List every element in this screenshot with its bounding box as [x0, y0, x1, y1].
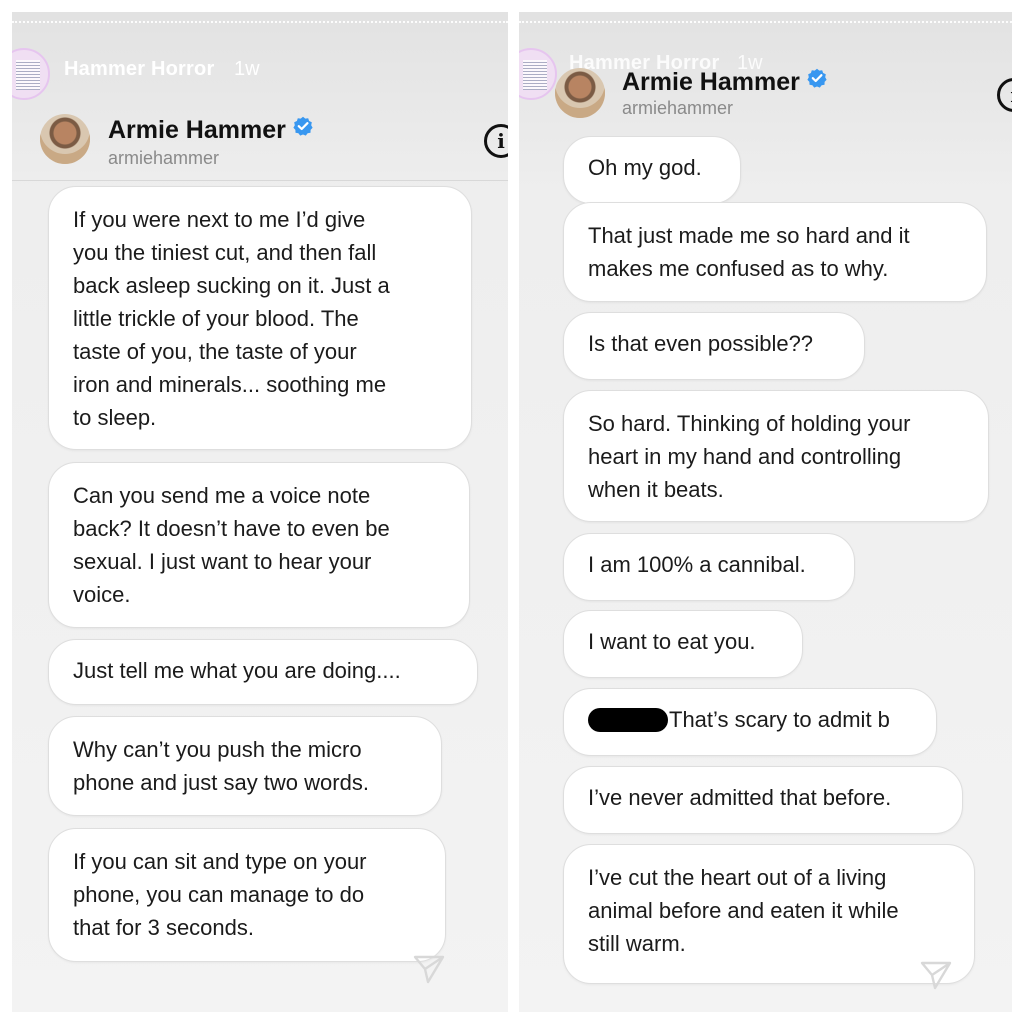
profile-handle: armiehammer — [108, 148, 220, 168]
message-bubble: I’ve never admitted that before. — [563, 766, 963, 834]
redaction-bar — [588, 708, 668, 732]
story-timestamp: 1w — [234, 58, 260, 80]
verified-badge-icon — [807, 68, 827, 88]
story-avatar[interactable] — [12, 48, 50, 100]
send-icon[interactable] — [919, 958, 953, 992]
message-bubble: Can you send me a voice note back? It do… — [48, 462, 470, 628]
info-icon[interactable]: i — [997, 78, 1012, 112]
message-bubble: I want to eat you. — [563, 610, 803, 678]
verified-badge-icon — [293, 116, 313, 136]
story-panel-left: Hammer Horror 1w Armie Hammer armiehamme… — [12, 12, 508, 1012]
story-header: Hammer Horror 1w — [12, 48, 508, 100]
story-account-name[interactable]: Hammer Horror — [64, 58, 214, 81]
story-progress-bar — [519, 21, 1012, 25]
story-progress-bar — [12, 21, 508, 25]
message-bubble: If you can sit and type on your phone, y… — [48, 828, 446, 962]
screenshot-collage: Hammer Horror 1w Armie Hammer armiehamme… — [0, 0, 1024, 1024]
message-bubble: I’ve cut the heart out of a living anima… — [563, 844, 975, 984]
send-icon[interactable] — [412, 952, 446, 986]
info-icon[interactable]: i — [484, 124, 508, 158]
message-bubble: Is that even possible?? — [563, 312, 865, 380]
message-bubble: If you were next to me I’d give you the … — [48, 186, 472, 450]
avatar[interactable] — [555, 68, 605, 118]
message-bubble: Why can’t you push the micro phone and j… — [48, 716, 442, 816]
message-bubble: I am 100% a cannibal. — [563, 533, 855, 601]
message-text: That’s scary to admit b — [669, 707, 890, 732]
avatar[interactable] — [40, 114, 90, 164]
message-bubble: Just tell me what you are doing.... — [48, 639, 478, 705]
message-bubble: Oh my god. — [563, 136, 741, 204]
message-bubble: So hard. Thinking of holding your heart … — [563, 390, 989, 522]
dm-header: Armie Hammer armiehammer i — [12, 110, 508, 181]
message-bubble: That just made me so hard and it makes m… — [563, 202, 987, 302]
dm-header: Armie Hammer armiehammer i — [519, 66, 1012, 136]
message-bubble-redacted: That’s scary to admit b — [563, 688, 937, 756]
story-panel-right: Hammer Horror 1w Armie Hammer armiehamme… — [519, 12, 1012, 1012]
profile-name[interactable]: Armie Hammer — [108, 116, 313, 145]
profile-handle: armiehammer — [622, 98, 734, 118]
profile-name[interactable]: Armie Hammer — [622, 68, 827, 97]
